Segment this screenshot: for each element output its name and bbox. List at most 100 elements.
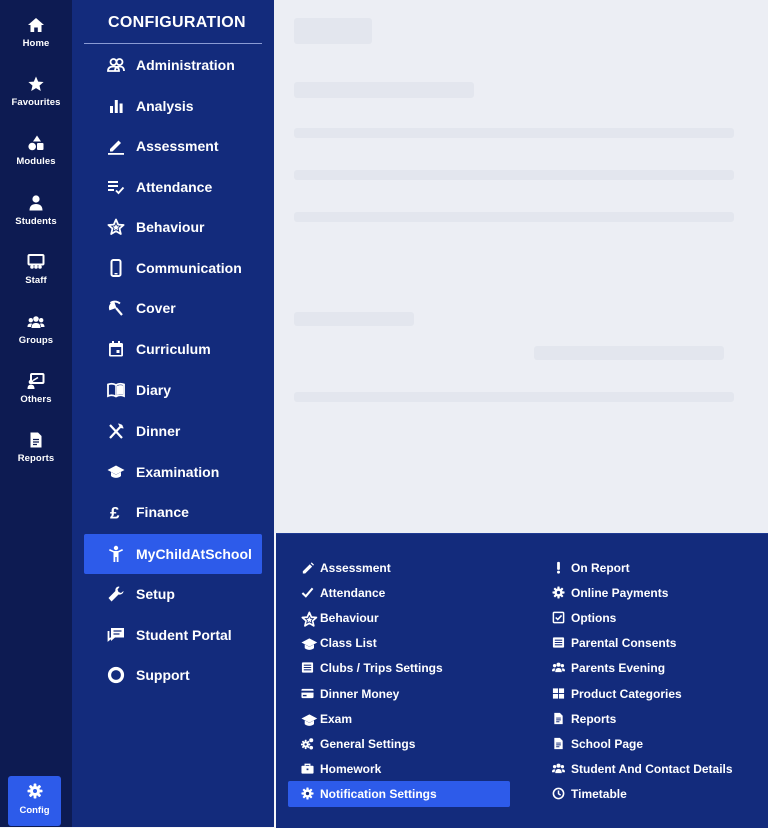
rail-item-groups[interactable]: Groups: [0, 313, 72, 346]
checklist-icon: [108, 181, 125, 195]
rail-item-favourites[interactable]: Favourites: [0, 75, 72, 108]
menu-item-label: Dinner: [136, 423, 181, 439]
menu-item-support[interactable]: Support: [84, 658, 262, 692]
open-book-icon: [107, 382, 125, 398]
rail-label: Groups: [18, 335, 54, 346]
backdrop-block: [294, 128, 734, 138]
flyout-item-behaviour[interactable]: Behaviour: [301, 606, 511, 630]
rail-item-staff[interactable]: Staff: [0, 253, 72, 286]
menu-item-label: Analysis: [136, 98, 194, 114]
menu-item-label: Examination: [136, 464, 220, 480]
flyout-item-label: School Page: [571, 736, 644, 751]
flyout-item-school-page[interactable]: School Page: [552, 732, 762, 756]
flyout-item-general-settings[interactable]: General Settings: [301, 732, 511, 756]
shapes-icon: [28, 135, 44, 151]
menu-item-analysis[interactable]: Analysis: [84, 89, 262, 123]
flyout-item-assessment[interactable]: Assessment: [301, 556, 511, 580]
rail-item-config[interactable]: Config: [8, 776, 61, 826]
rail-item-modules[interactable]: Modules: [0, 134, 72, 167]
backdrop-block: [294, 212, 734, 222]
menu-item-label: Cover: [136, 300, 176, 316]
backdrop-block: [294, 18, 372, 44]
flyout-item-label: Parental Consents: [571, 636, 677, 651]
flyout-item-options[interactable]: Options: [552, 606, 762, 630]
flyout-item-timetable[interactable]: Timetable: [552, 782, 762, 806]
flyout-item-homework[interactable]: Homework: [301, 757, 511, 781]
rail-label: Students: [15, 216, 57, 227]
flyout-item-parents-evening[interactable]: Parents Evening: [552, 656, 762, 680]
exclamation-icon: [557, 561, 560, 574]
home-icon: [28, 18, 44, 32]
clock-icon: [552, 787, 565, 800]
flyout-item-label: Assessment: [320, 561, 391, 575]
flyout-item-label: Homework: [320, 761, 382, 776]
group-icon: [552, 663, 565, 673]
teacher-board-icon: [27, 373, 45, 389]
menu-item-curriculum[interactable]: Curriculum: [84, 332, 262, 366]
menu-item-label: Behaviour: [136, 219, 205, 235]
report-document-icon: [30, 432, 42, 448]
flyout-item-label: General Settings: [320, 736, 416, 751]
menu-item-setup[interactable]: Setup: [84, 577, 262, 611]
flyout-item-label: Parents Evening: [571, 661, 666, 676]
group-icon: [552, 763, 565, 773]
chat-icon: [107, 628, 124, 642]
flyout-item-label: Timetable: [571, 786, 627, 801]
rail-item-others[interactable]: Others: [0, 372, 72, 405]
menu-item-label: Communication: [136, 260, 242, 276]
svg-text:£: £: [110, 504, 120, 523]
list-icon: [301, 662, 314, 673]
menu-item-label: Support: [136, 667, 190, 683]
document-icon: [554, 737, 563, 749]
rail-label: Staff: [25, 275, 47, 286]
flyout-item-label: Behaviour: [320, 611, 379, 626]
menu-item-label: Setup: [136, 586, 175, 602]
flyout-item-product-categories[interactable]: Product Categories: [552, 682, 762, 706]
menu-item-examination[interactable]: Examination: [84, 455, 262, 489]
menu-item-cover[interactable]: Cover: [84, 291, 262, 325]
rail-item-home[interactable]: Home: [0, 16, 72, 49]
presentation-board-icon: [27, 254, 45, 269]
flyout-item-notification-settings[interactable]: Notification Settings: [288, 780, 510, 807]
flyout-item-label: Student And Contact Details: [571, 761, 733, 776]
star-icon: [28, 76, 44, 91]
flyout-item-attendance[interactable]: Attendance: [301, 581, 511, 605]
star-outline-icon: [107, 218, 125, 235]
menu-item-diary[interactable]: Diary: [84, 373, 262, 407]
flyout-item-label: Online Payments: [571, 586, 669, 601]
credit-card-icon: [301, 688, 314, 698]
gear-icon: [301, 787, 314, 800]
menu-item-finance[interactable]: £ Finance: [84, 495, 262, 529]
menu-item-assessment[interactable]: Assessment: [84, 129, 262, 163]
flyout-item-label: On Report: [571, 561, 630, 575]
menu-item-label: Finance: [136, 504, 189, 520]
menu-item-label: Curriculum: [136, 341, 211, 357]
menu-item-student-portal[interactable]: Student Portal: [84, 618, 262, 652]
menu-item-mychildatschool[interactable]: MyChildAtSchool: [84, 534, 262, 574]
flyout-item-dinner-money[interactable]: Dinner Money: [301, 682, 511, 706]
rail-item-reports[interactable]: Reports: [0, 431, 72, 464]
group-icon: [27, 316, 45, 328]
calendar-icon: [109, 341, 123, 357]
document-icon: [554, 712, 563, 724]
flyout-item-class-list[interactable]: Class List: [301, 631, 511, 655]
menu-item-attendance[interactable]: Attendance: [84, 170, 262, 204]
gear-icon: [27, 783, 42, 799]
flyout-item-reports[interactable]: Reports: [552, 707, 762, 731]
flyout-item-label: Class List: [320, 636, 377, 651]
menu-item-label: MyChildAtSchool: [136, 546, 252, 562]
menu-item-behaviour[interactable]: Behaviour: [84, 210, 262, 244]
flyout-item-exam[interactable]: Exam: [301, 707, 511, 731]
bar-chart-icon: [110, 100, 123, 113]
flyout-item-clubs-trips-settings[interactable]: Clubs / Trips Settings: [301, 656, 511, 680]
menu-item-communication[interactable]: Communication: [84, 251, 262, 285]
child-icon: [109, 545, 123, 562]
flyout-item-student-and-contact-details[interactable]: Student And Contact Details: [552, 757, 762, 781]
flyout-item-online-payments[interactable]: Online Payments: [552, 581, 762, 605]
flyout-item-parental-consents[interactable]: Parental Consents: [552, 631, 762, 655]
menu-item-label: Assessment: [136, 138, 219, 154]
menu-item-administration[interactable]: Administration: [84, 48, 262, 82]
flyout-item-on-report[interactable]: On Report: [552, 556, 762, 580]
rail-item-students[interactable]: Students: [0, 194, 72, 227]
menu-item-dinner[interactable]: Dinner: [84, 414, 262, 448]
